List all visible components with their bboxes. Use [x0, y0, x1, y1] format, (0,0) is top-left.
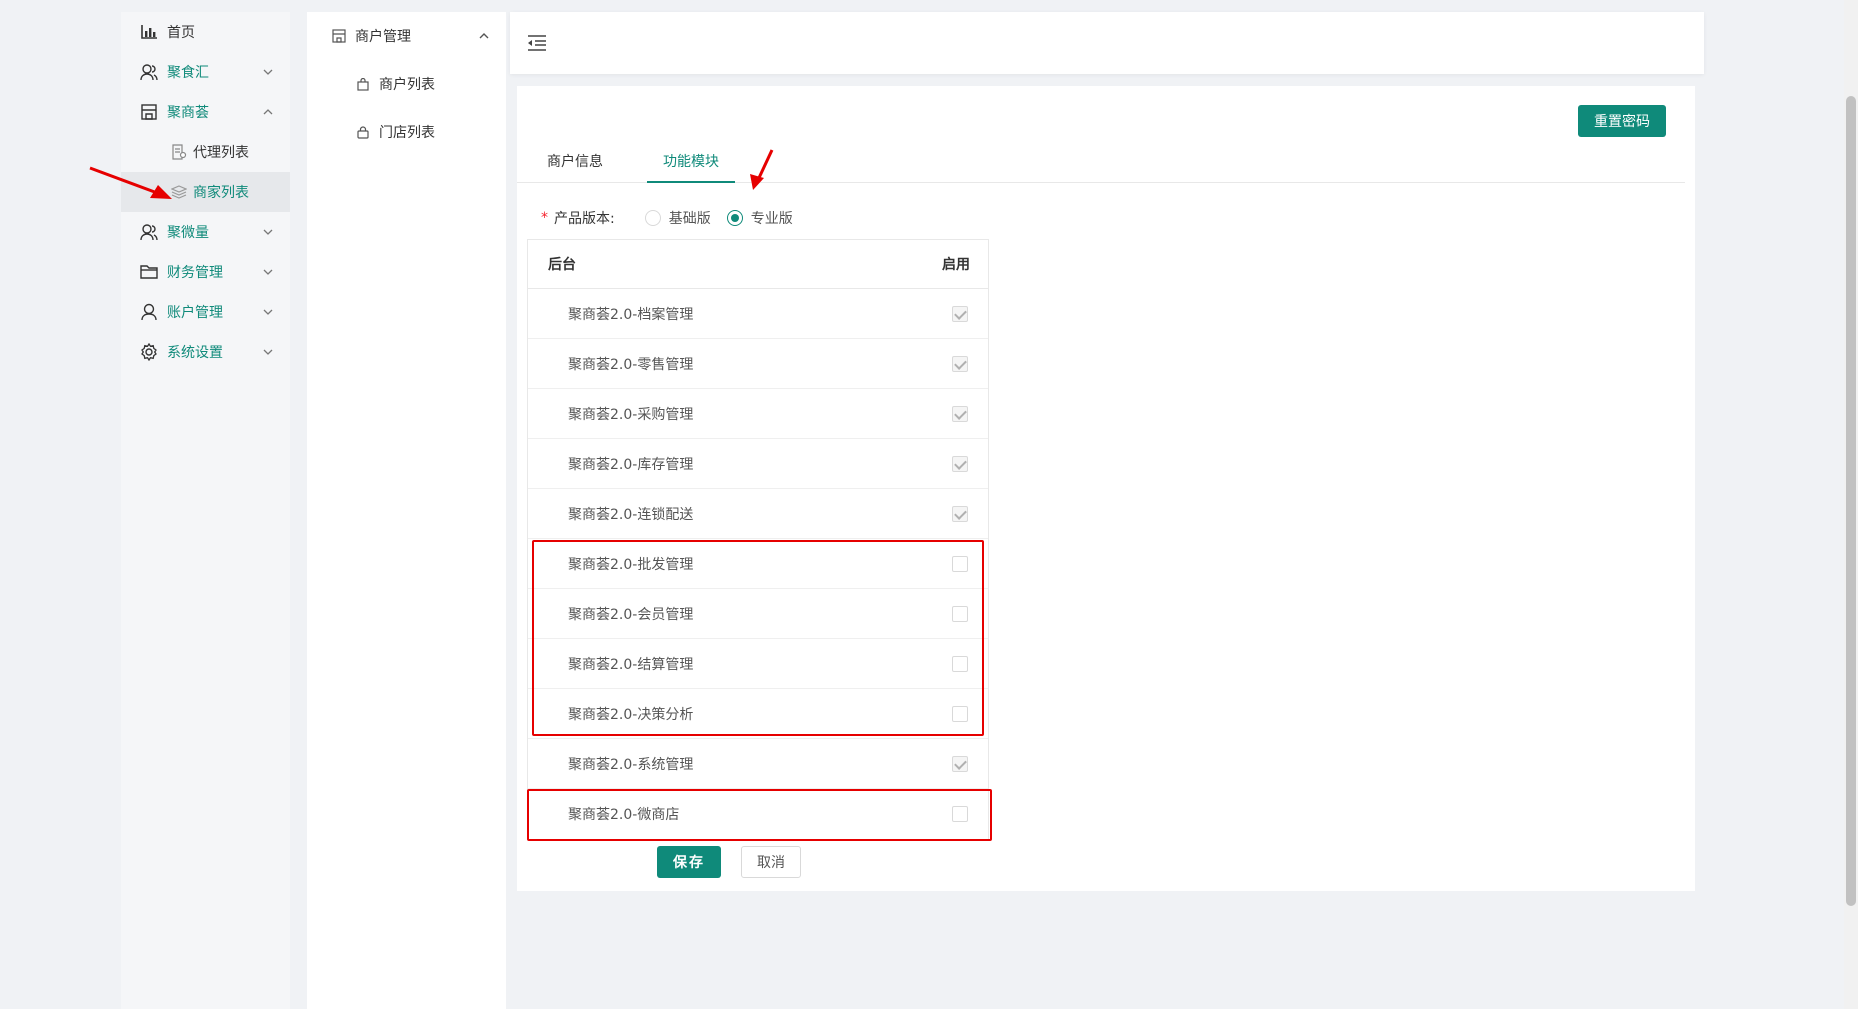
module-checkbox[interactable]	[952, 755, 968, 772]
main-sidebar: 首页 聚食汇 聚商荟 代理列表 商家列表 聚微量 财务管理 账户管理 系统设置	[121, 12, 290, 1009]
column-header-backend: 后台	[548, 257, 576, 273]
folder-icon	[139, 262, 159, 282]
submenu-item-label: 门店列表	[379, 125, 435, 141]
reset-password-button[interactable]: 重置密码	[1578, 105, 1666, 137]
person-icon	[139, 302, 159, 322]
page-scrollbar[interactable]	[1844, 0, 1858, 1009]
radio-label: 专业版	[750, 211, 793, 227]
menu-collapse-icon[interactable]	[526, 32, 548, 54]
module-name: 聚商荟2.0-零售管理	[568, 356, 694, 373]
sidebar-item-label: 商家列表	[193, 185, 249, 201]
cancel-button[interactable]: 取消	[741, 846, 801, 878]
user-icon	[139, 222, 159, 242]
required-mark: *	[541, 210, 548, 226]
sidebar-item-home[interactable]: 首页	[121, 12, 290, 52]
sidebar-item-label: 聚食汇	[167, 65, 209, 81]
user-icon	[139, 62, 159, 82]
sidebar-item-settings[interactable]: 系统设置	[121, 332, 290, 372]
tab-merchant-info[interactable]: 商户信息	[543, 141, 607, 183]
table-row: 聚商荟2.0-系统管理	[528, 739, 988, 789]
module-name: 聚商荟2.0-采购管理	[568, 406, 694, 423]
chevron-down-icon	[262, 226, 274, 238]
radio-basic[interactable]: 基础版	[644, 208, 711, 228]
submenu-item-label: 商户列表	[379, 77, 435, 93]
sidebar-item-account[interactable]: 账户管理	[121, 292, 290, 332]
chevron-down-icon	[262, 66, 274, 78]
chevron-up-icon	[478, 30, 490, 42]
sidebar-item-label: 聚微量	[167, 225, 209, 241]
chevron-up-icon	[262, 106, 274, 118]
sidebar-item-label: 财务管理	[167, 265, 223, 281]
secondary-sidebar: 商户管理 商户列表 门店列表	[307, 12, 506, 1009]
sidebar-item-label: 系统设置	[167, 345, 223, 361]
module-checkbox[interactable]	[952, 355, 968, 372]
tab-bar: 商户信息 功能模块	[517, 141, 1685, 183]
table-row: 聚商荟2.0-连锁配送	[528, 489, 988, 539]
content-card: 重置密码 商户信息 功能模块 * 产品版本: 基础版 专业版 后台 启用 聚商荟…	[517, 86, 1695, 891]
sidebar-item-label: 代理列表	[193, 145, 249, 161]
gear-icon	[139, 342, 159, 362]
radio-circle[interactable]	[644, 210, 661, 226]
sidebar-item-label: 首页	[167, 25, 195, 41]
table-row: 聚商荟2.0-档案管理	[528, 289, 988, 339]
bag-icon	[355, 76, 371, 92]
radio-professional[interactable]: 专业版	[726, 208, 793, 228]
sidebar-item-finance[interactable]: 财务管理	[121, 252, 290, 292]
product-version-label: 产品版本:	[554, 211, 615, 227]
save-button[interactable]: 保存	[657, 846, 721, 878]
column-header-enabled: 启用	[942, 257, 970, 273]
lock-icon	[355, 124, 371, 140]
submenu-item-store-list[interactable]: 门店列表	[307, 108, 506, 156]
chevron-down-icon	[262, 346, 274, 358]
sidebar-item-label: 账户管理	[167, 305, 223, 321]
table-row: 聚商荟2.0-零售管理	[528, 339, 988, 389]
table-row: 聚商荟2.0-库存管理	[528, 439, 988, 489]
module-checkbox[interactable]	[952, 505, 968, 522]
sidebar-item-jushanghui[interactable]: 聚商荟	[121, 92, 290, 132]
annotation-arrow-icon	[89, 166, 172, 199]
radio-label: 基础版	[668, 211, 711, 227]
store-icon	[331, 28, 347, 44]
module-checkbox[interactable]	[952, 305, 968, 322]
chevron-down-icon	[262, 306, 274, 318]
tab-function-modules[interactable]: 功能模块	[647, 141, 735, 183]
document-icon	[169, 142, 189, 162]
sidebar-item-jushihui[interactable]: 聚食汇	[121, 52, 290, 92]
annotation-arrow-icon	[750, 149, 774, 190]
annotation-box-unchecked-group	[532, 540, 984, 736]
top-header	[510, 12, 1704, 74]
module-checkbox[interactable]	[952, 455, 968, 472]
module-name: 聚商荟2.0-连锁配送	[568, 506, 694, 523]
scrollbar-thumb[interactable]	[1846, 96, 1856, 906]
submenu-label: 商户管理	[355, 29, 411, 45]
table-row: 聚商荟2.0-采购管理	[528, 389, 988, 439]
chevron-down-icon	[262, 266, 274, 278]
chart-icon	[139, 22, 159, 42]
sidebar-item-label: 聚商荟	[167, 105, 209, 121]
sidebar-item-juweiliang[interactable]: 聚微量	[121, 212, 290, 252]
product-version-row: * 产品版本: 基础版 专业版	[541, 204, 793, 232]
module-checkbox[interactable]	[952, 405, 968, 422]
module-name: 聚商荟2.0-库存管理	[568, 456, 694, 473]
store-icon	[139, 102, 159, 122]
table-header: 后台 启用	[528, 240, 988, 289]
submenu-item-merchant-list[interactable]: 商户列表	[307, 60, 506, 108]
radio-circle[interactable]	[726, 210, 743, 226]
module-name: 聚商荟2.0-系统管理	[568, 756, 694, 773]
module-name: 聚商荟2.0-档案管理	[568, 306, 694, 323]
annotation-box-micro-store	[527, 789, 992, 841]
submenu-merchant-management[interactable]: 商户管理	[307, 12, 506, 60]
